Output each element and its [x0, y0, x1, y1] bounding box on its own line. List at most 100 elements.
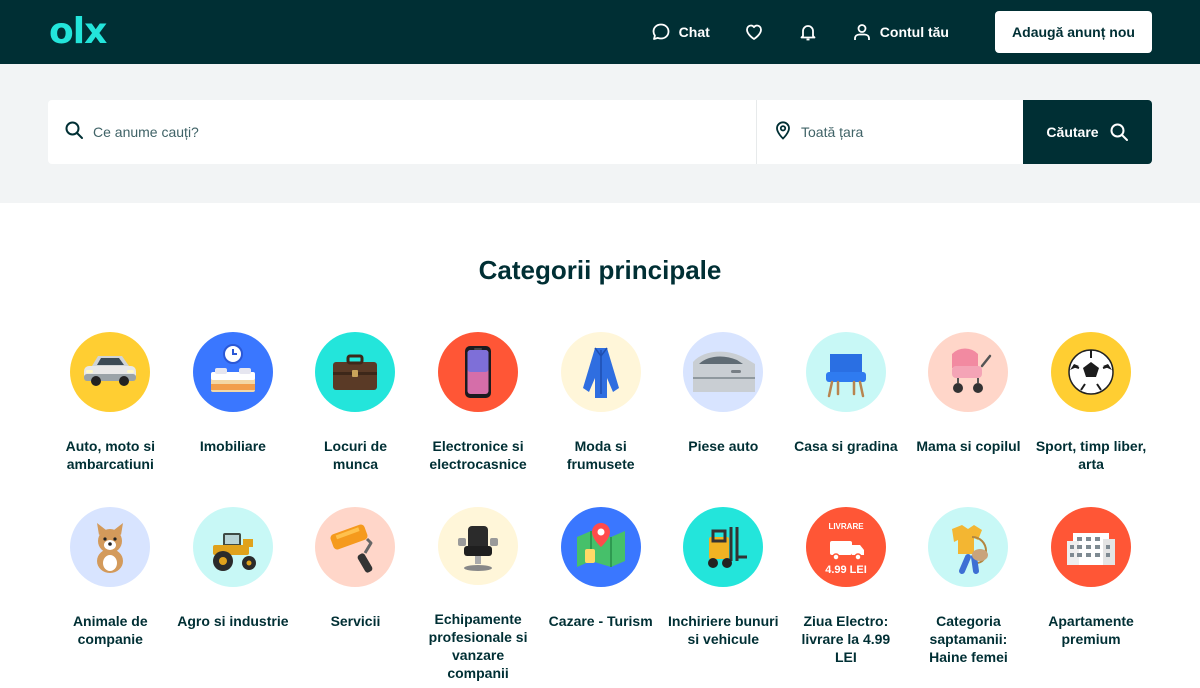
clothes-icon — [952, 525, 989, 574]
category-circle — [315, 332, 396, 412]
football-icon — [1068, 349, 1114, 395]
account-label: Contul tău — [879, 24, 949, 40]
category-item[interactable]: Casa si gradina — [785, 332, 908, 507]
category-label: Cazare - Turism — [548, 613, 653, 629]
heart-icon — [744, 22, 764, 42]
category-label: Electronice si electrocasnice — [429, 438, 527, 472]
search-button-label: Căutare — [1046, 124, 1099, 140]
category-circle — [928, 507, 1009, 587]
olx-logo[interactable]: olx — [49, 12, 115, 52]
category-circle — [928, 332, 1009, 412]
chat-bubble-icon — [651, 22, 671, 42]
search-bar: Ce anume cauți? Toată țara Căutare — [48, 100, 1152, 164]
bedroom-icon — [210, 344, 255, 392]
car-door-icon — [693, 351, 756, 392]
apartment-building-icon — [1067, 533, 1116, 565]
category-circle — [1051, 507, 1132, 587]
search-section: Ce anume cauți? Toată țara Căutare — [0, 64, 1200, 203]
account-link[interactable]: Contul tău — [852, 22, 949, 42]
category-item[interactable]: Categoria saptamanii: Haine femei — [907, 507, 1030, 682]
stroller-icon — [952, 348, 992, 393]
paint-roller-icon — [330, 524, 373, 573]
category-item[interactable]: Mama si copilul — [907, 332, 1030, 507]
bell-icon — [798, 22, 818, 42]
category-item[interactable]: Apartamente premium — [1030, 507, 1153, 682]
category-label: Inchiriere bunuri si vehicule — [668, 613, 779, 647]
favorites-link[interactable] — [744, 22, 764, 42]
category-circle — [805, 332, 886, 412]
section-title: Categorii principale — [478, 255, 722, 285]
search-icon — [1099, 122, 1129, 142]
badge-top-text: LIVRARE — [828, 522, 864, 531]
category-label: Ziua Electro: livrare la 4.99 LEI — [801, 613, 891, 665]
category-circle — [683, 332, 764, 412]
search-placeholder: Ce anume cauți? — [93, 124, 199, 140]
search-input[interactable]: Ce anume cauți? — [48, 100, 756, 164]
category-label: Servicii — [330, 613, 381, 629]
category-circle — [683, 507, 764, 587]
location-placeholder: Toată țara — [801, 124, 864, 140]
category-label: Echipamente profesionale si vanzare comp… — [428, 611, 528, 681]
armchair-icon — [825, 354, 866, 398]
category-item[interactable]: Imobiliare — [172, 332, 295, 507]
category-item[interactable]: Animale de companie — [49, 507, 172, 682]
location-pin-icon — [774, 120, 792, 145]
category-circle — [192, 332, 273, 412]
categories-grid: Auto, moto si ambarcatiuni Imobiliare Locu… — [49, 332, 1200, 682]
barber-chair-icon — [458, 526, 499, 571]
location-input[interactable]: Toată țara — [757, 100, 1023, 164]
category-item[interactable]: Agro si industrie — [172, 507, 295, 682]
category-item[interactable]: Piese auto — [662, 332, 785, 507]
tractor-icon — [212, 533, 256, 571]
category-circle — [560, 332, 641, 412]
category-label: Categoria saptamanii: Haine femei — [929, 613, 1008, 665]
category-circle — [70, 507, 151, 587]
badge-price-text: 4.99 LEI — [825, 564, 867, 576]
category-label: Animale de companie — [72, 613, 148, 647]
category-label: Mama si copilul — [916, 438, 1021, 454]
category-circle: LIVRARE 4.99 LEI — [805, 507, 886, 587]
category-circle — [315, 507, 396, 587]
category-item[interactable]: Cazare - Turism — [539, 507, 662, 682]
chat-link[interactable]: Chat — [651, 22, 710, 42]
category-label: Agro si industrie — [177, 613, 289, 629]
category-item[interactable]: Locuri de munca — [294, 332, 417, 507]
dog-icon — [97, 523, 124, 573]
post-ad-button[interactable]: Adaugă anunț nou — [995, 11, 1152, 53]
search-button[interactable]: Căutare — [1023, 100, 1152, 164]
svg-text:olx: olx — [49, 15, 107, 49]
category-item[interactable]: Echipamente profesionale si vanzare comp… — [417, 507, 540, 682]
top-header: olx Chat Contul tău Adaugă anunț nou — [0, 0, 1200, 64]
category-circle — [192, 507, 273, 587]
car-icon — [84, 356, 137, 386]
delivery-truck-icon: LIVRARE 4.99 LEI — [825, 522, 867, 576]
smartphone-icon — [465, 346, 492, 398]
category-item[interactable]: Servicii — [294, 507, 417, 682]
category-circle — [1051, 332, 1132, 412]
category-item[interactable]: Inchiriere bunuri si vehicule — [662, 507, 785, 682]
category-item[interactable]: Moda si frumusete — [539, 332, 662, 507]
category-item[interactable]: Auto, moto si ambarcatiuni — [49, 332, 172, 507]
category-circle — [438, 507, 519, 585]
user-icon — [852, 22, 872, 42]
forklift-icon — [708, 527, 748, 568]
category-item[interactable]: LIVRARE 4.99 LEI Ziua Electro: livrare la … — [785, 507, 908, 682]
category-label: Apartamente premium — [1048, 613, 1134, 647]
category-circle — [560, 507, 641, 587]
category-item[interactable]: Sport, timp liber, arta — [1030, 332, 1153, 507]
category-label: Piese auto — [688, 438, 759, 454]
category-label: Imobiliare — [199, 438, 266, 454]
category-label: Sport, timp liber, arta — [1035, 438, 1147, 472]
category-label: Auto, moto si ambarcatiuni — [65, 438, 156, 472]
category-label: Casa si gradina — [794, 438, 898, 454]
map-pin-icon — [576, 523, 625, 567]
category-label: Moda si frumusete — [566, 438, 635, 472]
search-icon — [64, 120, 84, 145]
notifications-link[interactable] — [798, 22, 818, 42]
category-circle — [70, 332, 151, 412]
briefcase-icon — [333, 354, 378, 390]
category-circle — [438, 332, 519, 412]
main-content: Categorii principale Auto, moto si ambar… — [0, 203, 1200, 682]
category-item[interactable]: Electronice si electrocasnice — [417, 332, 540, 507]
chat-label: Chat — [678, 24, 710, 40]
